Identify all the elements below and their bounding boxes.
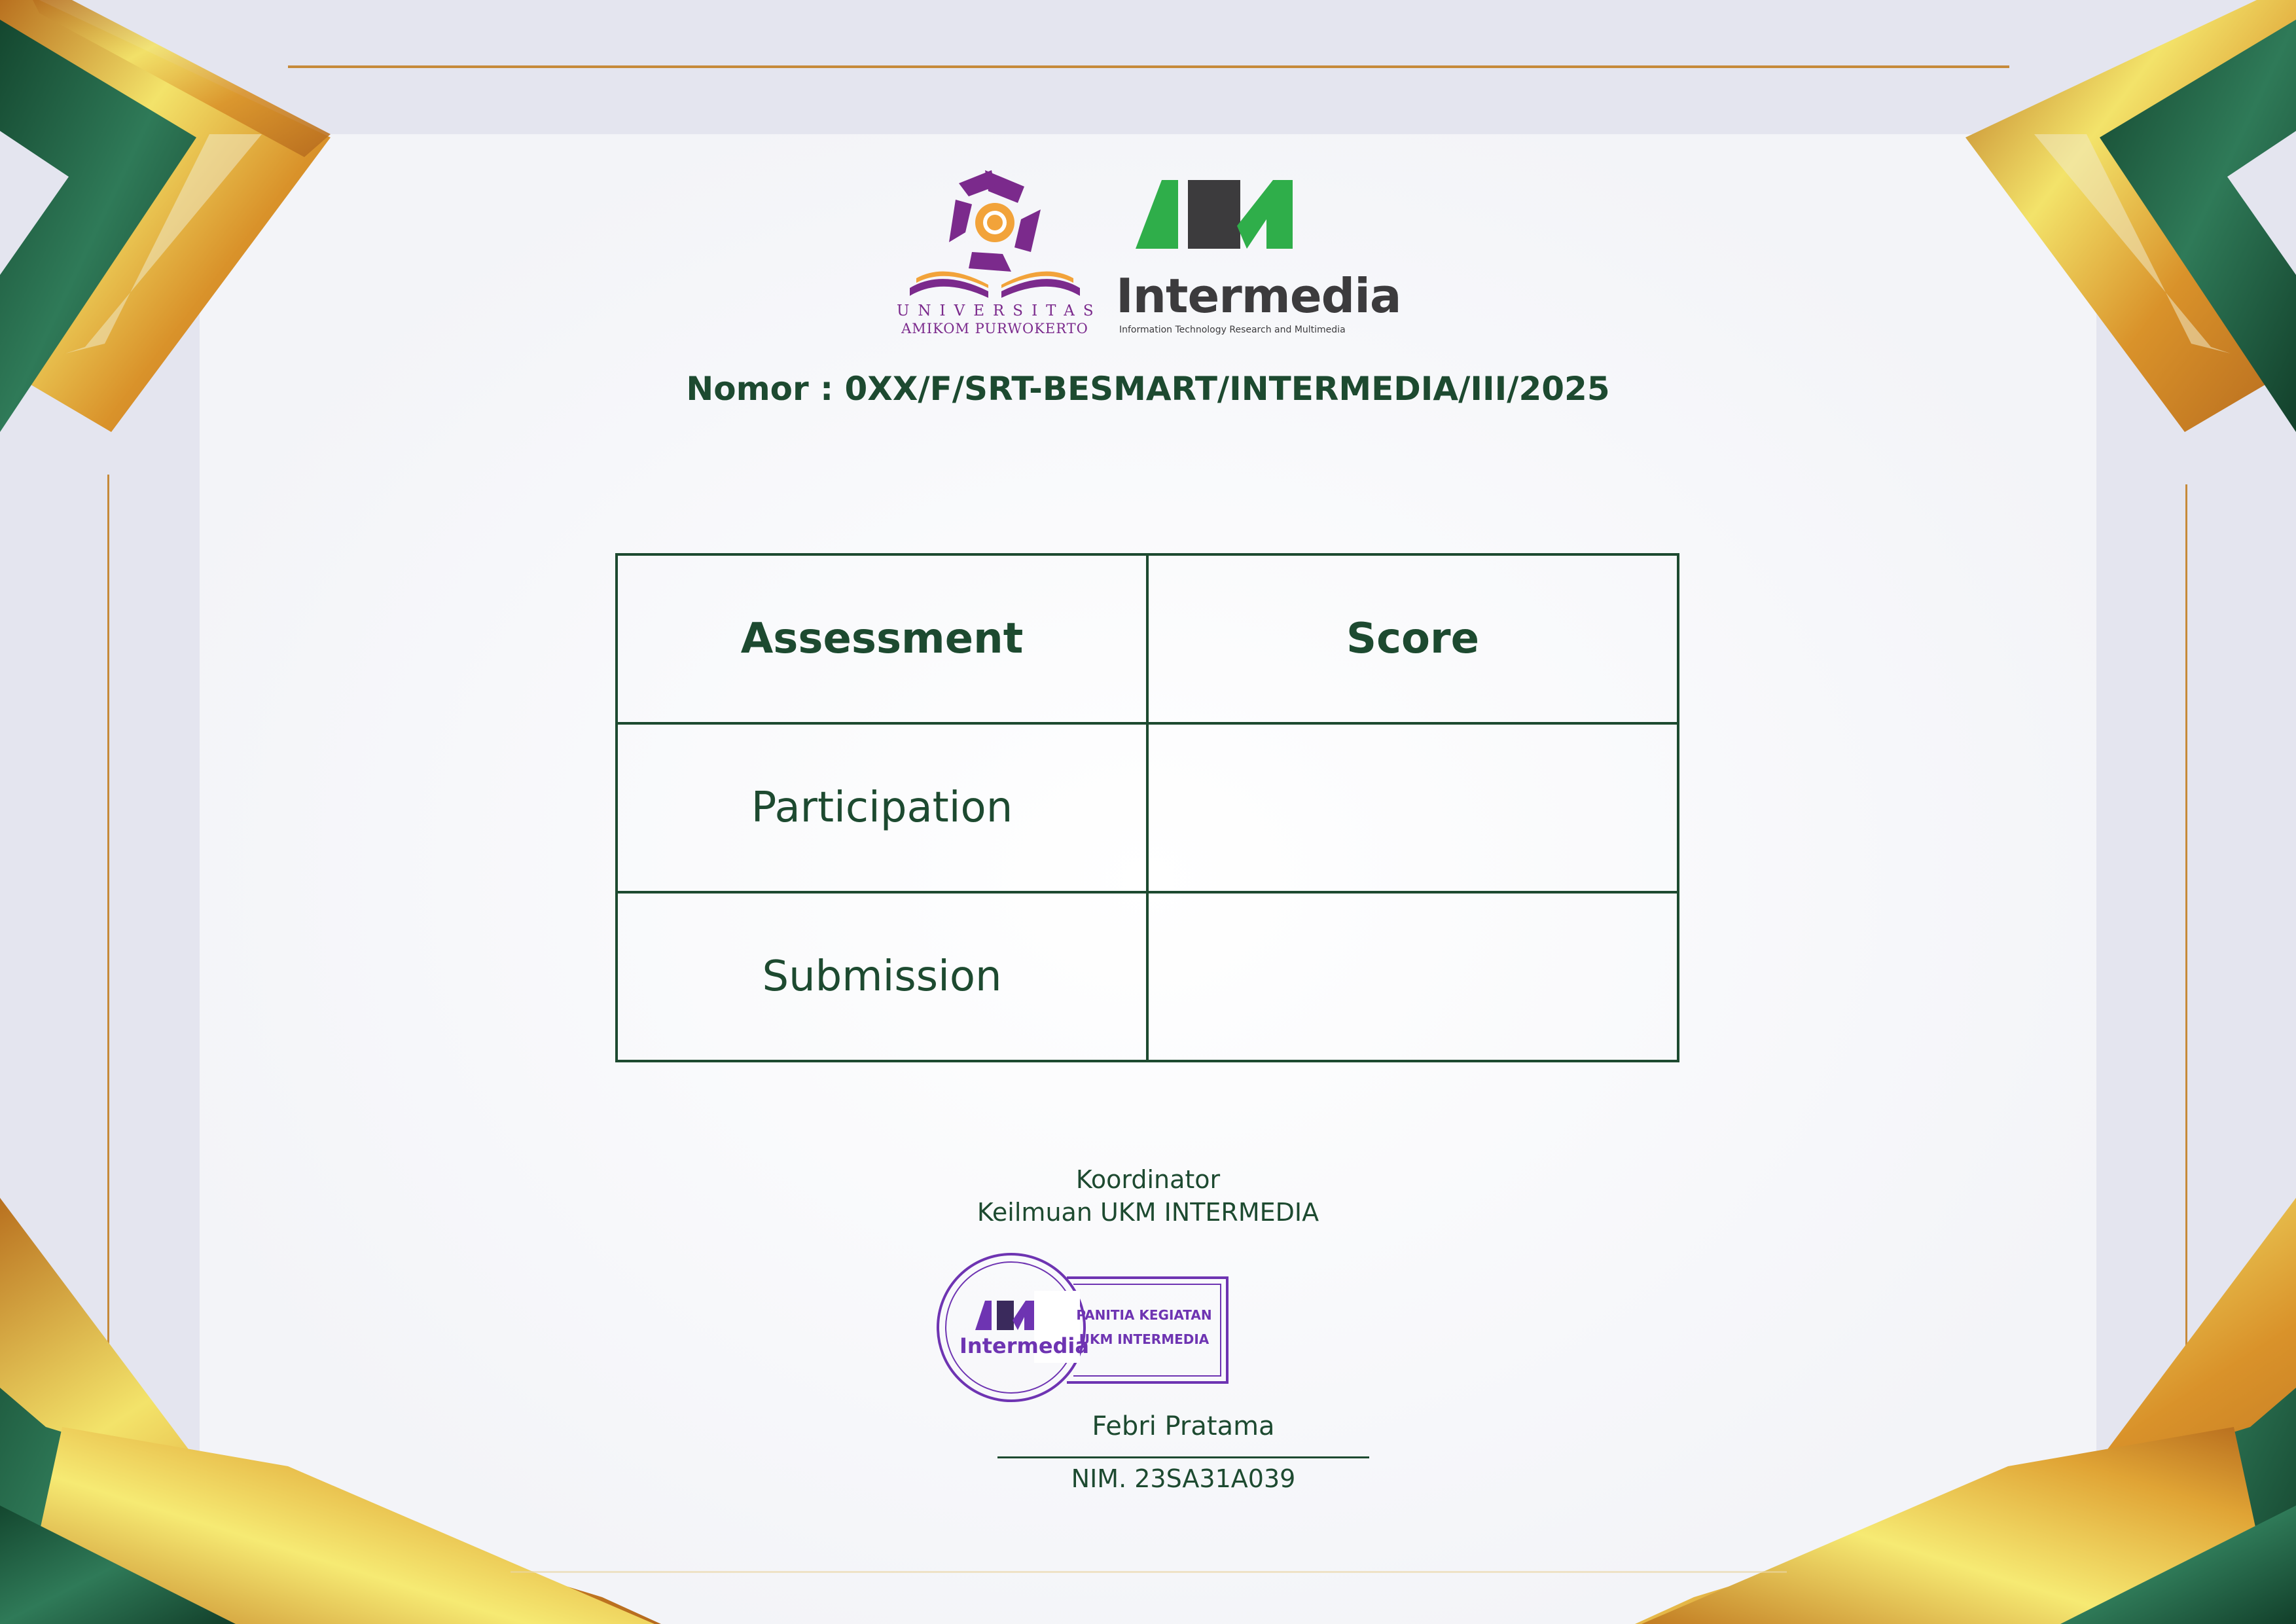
assessment-cell: Submission xyxy=(615,891,1149,1062)
header-score: Score xyxy=(1146,553,1679,725)
header-assessment: Assessment xyxy=(615,553,1149,725)
table-header-row: Assessment Score xyxy=(615,553,1679,725)
intermedia-wordmark: Intermedia xyxy=(1116,268,1401,323)
table-row: Participation xyxy=(615,722,1679,893)
committee-stamp xyxy=(937,1253,1229,1402)
signature-line xyxy=(997,1456,1369,1458)
assessment-score-table: Assessment Score Participation Submissio… xyxy=(615,553,1679,1062)
score-cell xyxy=(1146,722,1679,893)
header-logos: UNIVERSITAS AMIKOM PURWOKERTO Intermedia… xyxy=(897,157,1420,347)
signer-name: Febri Pratama xyxy=(1092,1411,1275,1441)
certificate-page: UNIVERSITAS AMIKOM PURWOKERTO Intermedia… xyxy=(0,0,2296,1624)
intermedia-tagline: Information Technology Research and Mult… xyxy=(1119,325,1346,335)
stamp-text-line1: PANITIA KEGIATAN xyxy=(1076,1307,1212,1323)
signer-student-id: NIM. 23SA31A039 xyxy=(1071,1464,1296,1493)
university-name-line1: UNIVERSITAS xyxy=(897,302,1102,319)
signer-role-line2: Keilmuan UKM INTERMEDIA xyxy=(977,1198,1319,1227)
stamp-text-line2: UKM INTERMEDIA xyxy=(1079,1331,1210,1347)
signer-role-line1: Koordinator xyxy=(1075,1165,1221,1194)
table-row: Submission xyxy=(615,891,1679,1062)
university-name-line2: AMIKOM PURWOKERTO xyxy=(901,321,1088,336)
document-number: Nomor : 0XX/F/SRT-BESMART/INTERMEDIA/III… xyxy=(686,370,1610,408)
assessment-cell: Participation xyxy=(615,722,1149,893)
score-cell xyxy=(1146,891,1679,1062)
